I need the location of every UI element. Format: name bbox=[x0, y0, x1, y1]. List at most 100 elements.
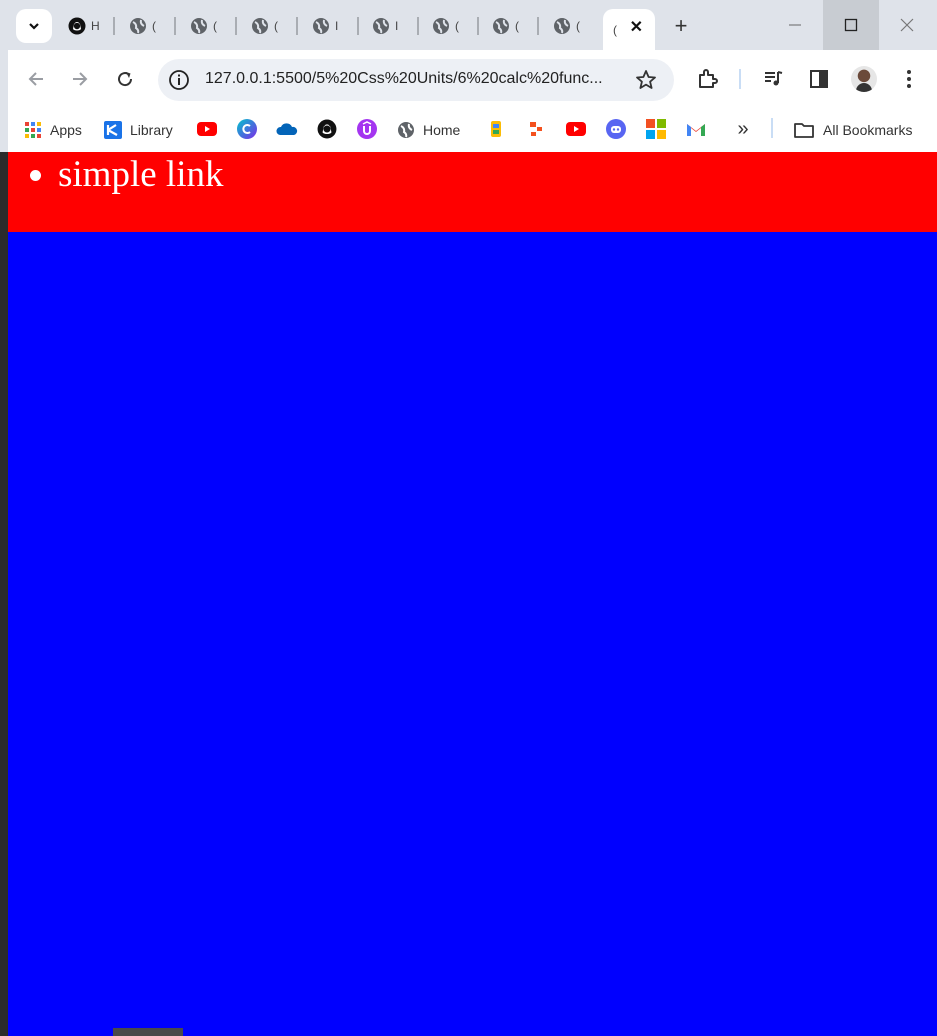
tab-title: ( bbox=[515, 19, 519, 33]
youtube-icon bbox=[566, 122, 586, 136]
bookmark-onedrive[interactable] bbox=[276, 118, 298, 140]
tab-close-icon[interactable]: ✕ bbox=[630, 17, 643, 37]
gmail-icon bbox=[687, 124, 705, 136]
scrollbar-thumb[interactable] bbox=[113, 1028, 183, 1036]
reload-button[interactable] bbox=[110, 64, 140, 94]
extensions-button[interactable] bbox=[695, 66, 721, 92]
maximize-button[interactable] bbox=[823, 0, 879, 50]
simple-link[interactable]: simple link bbox=[58, 154, 223, 195]
tab-title: H bbox=[91, 19, 100, 33]
minimize-button[interactable] bbox=[767, 0, 823, 50]
tab[interactable]: I bbox=[302, 9, 359, 43]
folder-icon bbox=[794, 123, 814, 138]
nav-list: simple link bbox=[58, 154, 223, 196]
active-tab[interactable]: ( ✕ bbox=[603, 9, 655, 50]
library-icon bbox=[104, 121, 122, 139]
globe-icon bbox=[373, 18, 389, 34]
tab-separator bbox=[537, 17, 539, 35]
tab-separator bbox=[357, 17, 359, 35]
chevron-down-icon bbox=[29, 23, 39, 30]
bookmark-canva[interactable] bbox=[236, 118, 258, 140]
tab-strip: H ( ( ( I I ((((✕ + bbox=[0, 0, 937, 50]
all-bookmarks-button[interactable]: All Bookmarks bbox=[793, 118, 912, 142]
tab-title: ( bbox=[152, 19, 156, 33]
new-tab-button[interactable]: + bbox=[669, 13, 693, 39]
globe-icon bbox=[252, 18, 268, 34]
media-controls-button[interactable] bbox=[761, 66, 787, 92]
discord-icon bbox=[606, 119, 626, 139]
close-icon bbox=[900, 18, 914, 32]
back-button[interactable] bbox=[21, 64, 51, 94]
arrow-right-icon bbox=[73, 72, 88, 86]
bookmark-label: Library bbox=[130, 122, 173, 138]
nav-bar: simple link bbox=[8, 152, 937, 232]
star-icon[interactable] bbox=[634, 68, 658, 92]
side-panel-button[interactable] bbox=[806, 66, 832, 92]
site-info-icon[interactable] bbox=[168, 69, 190, 91]
udemy-icon bbox=[357, 119, 377, 139]
tab[interactable]: ( bbox=[422, 9, 479, 43]
globe-icon bbox=[554, 18, 570, 34]
tab[interactable]: ( bbox=[241, 9, 298, 43]
bookmark-udemy[interactable] bbox=[356, 118, 378, 140]
tab-title: I bbox=[395, 19, 399, 33]
forward-button[interactable] bbox=[65, 64, 95, 94]
youtube-icon bbox=[197, 122, 217, 136]
globe-icon bbox=[130, 18, 146, 34]
url-text[interactable]: 127.0.0.1:5500/5%20Css%20Units/6%20calc%… bbox=[205, 70, 625, 88]
address-bar[interactable]: 127.0.0.1:5500/5%20Css%20Units/6%20calc%… bbox=[158, 59, 674, 101]
tab-separator bbox=[174, 17, 176, 35]
avatar[interactable] bbox=[851, 66, 877, 92]
tab[interactable]: ( bbox=[482, 9, 539, 43]
bookmarks-bar: Apps Library Home » All Bookmarks bbox=[8, 108, 937, 152]
bookmark-home[interactable]: Home bbox=[397, 118, 460, 142]
microsoft-icon bbox=[646, 119, 666, 139]
bookmark-label: Apps bbox=[50, 122, 82, 138]
browser-window: H ( ( ( I I ((((✕ + 127.0.0.1:5500/5… bbox=[0, 0, 937, 1036]
minimize-icon bbox=[789, 24, 801, 26]
tab-title: ( bbox=[455, 19, 459, 33]
tab[interactable]: ( bbox=[119, 9, 176, 43]
tab-separator bbox=[296, 17, 298, 35]
bookmark-youtube[interactable] bbox=[196, 118, 218, 140]
tab-title: ( bbox=[576, 19, 580, 33]
tab-title: ( bbox=[213, 19, 217, 33]
bookmark-github[interactable] bbox=[316, 118, 338, 140]
tab-separator bbox=[113, 17, 115, 35]
tab[interactable]: H bbox=[58, 9, 115, 43]
bookmark-microsoft[interactable] bbox=[645, 118, 667, 140]
bookmark-youtube-2[interactable] bbox=[565, 118, 587, 140]
kebab-menu-icon bbox=[907, 70, 911, 88]
tab-separator bbox=[417, 17, 419, 35]
tab-search-button[interactable] bbox=[16, 9, 52, 43]
tab-title: ( bbox=[613, 22, 617, 37]
apps-grid-icon bbox=[25, 122, 41, 138]
bookmark-label: Home bbox=[423, 122, 461, 138]
bookmark-discord[interactable] bbox=[605, 118, 627, 140]
more-bookmarks-button[interactable]: » bbox=[732, 118, 754, 140]
bookmark-google-tool[interactable] bbox=[485, 118, 507, 140]
browser-toolbar: 127.0.0.1:5500/5%20Css%20Units/6%20calc%… bbox=[8, 50, 937, 108]
window-edge bbox=[0, 152, 8, 1036]
menu-button[interactable] bbox=[896, 66, 922, 92]
tab[interactable]: ( bbox=[180, 9, 237, 43]
reload-icon bbox=[118, 72, 133, 87]
bookmarks-divider bbox=[771, 118, 773, 138]
tab[interactable]: I bbox=[362, 9, 419, 43]
orange-blocks-icon bbox=[530, 122, 542, 136]
bookmark-apps[interactable]: Apps bbox=[24, 118, 82, 142]
cloud-icon bbox=[276, 123, 298, 135]
list-item: simple link bbox=[58, 154, 223, 196]
globe-icon bbox=[313, 18, 329, 34]
bookmark-label: All Bookmarks bbox=[823, 122, 913, 138]
bookmark-gmail[interactable] bbox=[685, 118, 707, 140]
bookmark-library[interactable]: Library bbox=[104, 118, 173, 142]
bookmark-tool[interactable] bbox=[525, 118, 547, 140]
tab-title: I bbox=[335, 19, 339, 33]
canva-icon bbox=[237, 119, 257, 139]
tab[interactable]: ( bbox=[543, 9, 600, 43]
globe-icon bbox=[433, 18, 449, 34]
arrow-left-icon bbox=[28, 72, 43, 86]
github-icon bbox=[317, 119, 337, 139]
close-window-button[interactable] bbox=[879, 0, 935, 50]
